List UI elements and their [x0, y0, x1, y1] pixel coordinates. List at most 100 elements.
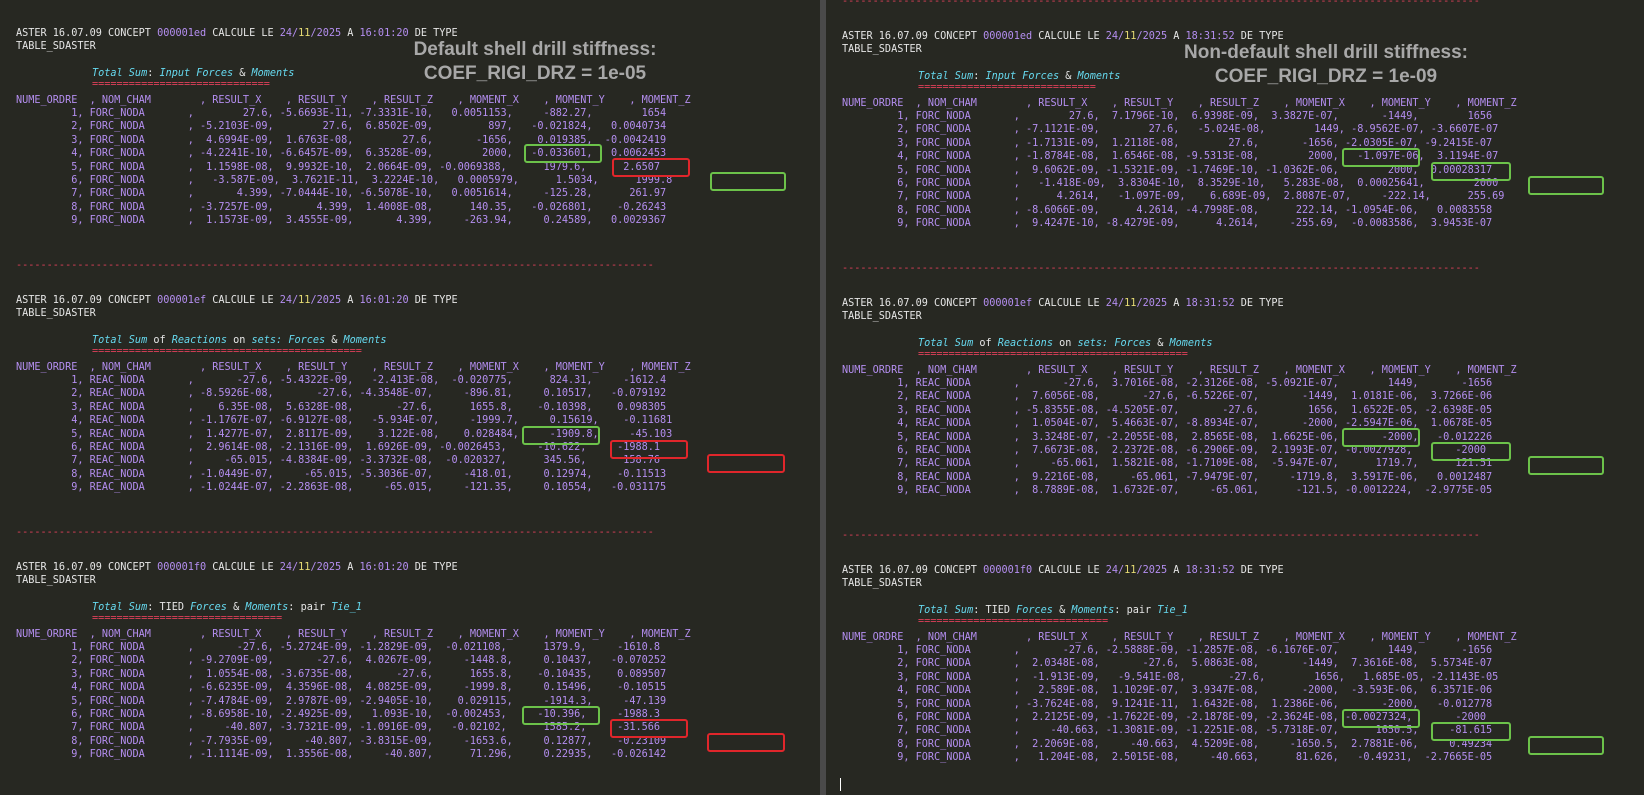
- green-highlight-box: [524, 144, 602, 163]
- concept-part: 000001ef: [983, 298, 1033, 309]
- type-line: TABLE_SDASTER: [16, 40, 96, 54]
- table-row: 2, REAC_NODA , -8.5926E-08, -27.6, -4.35…: [16, 387, 666, 401]
- concept-part: 18:31:52: [1185, 565, 1235, 576]
- title-part: on: [1052, 338, 1078, 350]
- title-part: Moments: [1169, 338, 1213, 350]
- title-part: &: [1059, 71, 1078, 83]
- row-text: 5, FORC_NODA , -3.7624E-08, 9.1241E-11, …: [842, 698, 1493, 710]
- concept-part: 11: [1124, 565, 1137, 576]
- separator-dashes: ----------------------------------------…: [16, 527, 654, 538]
- underline-text: ===============================: [92, 613, 283, 625]
- row-text: 2, REAC_NODA , -8.5926E-08, -27.6, -4.35…: [16, 388, 667, 400]
- separator-line: ----------------------------------------…: [16, 0, 654, 6]
- concept-part: /2025: [310, 28, 342, 39]
- separator-line: ----------------------------------------…: [842, 0, 1480, 9]
- row-text: 7, REAC_NODA , -65.015, -4.8384E-09, -3.…: [16, 455, 661, 467]
- concept-line: ASTER 16.07.09 CONCEPT 000001f0 CALCULE …: [16, 561, 458, 575]
- table-row: 2, REAC_NODA , 7.6056E-08, -27.6, -6.522…: [842, 390, 1492, 404]
- right-editor-pane[interactable]: ----------------------------------------…: [826, 0, 1644, 795]
- table-row: 6, FORC_NODA , -3.587E-09, 3.7621E-11, 3…: [16, 174, 672, 188]
- left-editor-pane[interactable]: ----------------------------------------…: [0, 0, 820, 795]
- green-highlight-box: [1528, 736, 1604, 755]
- row-text: 4, REAC_NODA , -1.1767E-07, -6.9127E-08,…: [16, 415, 673, 427]
- title-part: Moments: [343, 335, 387, 347]
- row-text: 6, FORC_NODA , -3.587E-09, 3.7621E-11, 3…: [16, 174, 673, 186]
- table-row: 2, FORC_NODA , 2.0348E-08, -27.6, 5.0863…: [842, 657, 1492, 671]
- table-row: 7, FORC_NODA , 4.399, -7.0444E-10, -6.50…: [16, 187, 666, 201]
- table-row: 2, FORC_NODA , -5.2103E-09, 27.6, 6.8502…: [16, 120, 666, 134]
- green-highlight-box: [1342, 148, 1420, 167]
- annotation-line: COEF_RIGI_DRZ = 1e-09: [1214, 66, 1438, 87]
- row-text: 2, FORC_NODA , -9.2709E-09, -27.6, 4.026…: [16, 655, 667, 667]
- row-text: 5, FORC_NODA , 1.1598E-08, 9.9932E-10, 2…: [16, 161, 661, 173]
- concept-part: 11: [1124, 298, 1137, 309]
- annotation-line: Default shell drill stiffness:: [413, 39, 657, 60]
- title-part: : TIED: [147, 602, 191, 614]
- row-text: 8, REAC_NODA , -1.0449E-07, -65.015, -5.…: [16, 468, 667, 480]
- separator-dashes: ----------------------------------------…: [842, 263, 1480, 274]
- header-text: NUME_ORDRE , NOM_CHAM , RESULT_X , RESUL…: [16, 94, 691, 106]
- table-row: 8, FORC_NODA , -8.6066E-09, 4.2614, -4.7…: [842, 204, 1492, 218]
- type-line: TABLE_SDASTER: [842, 310, 922, 324]
- row-text: 1, REAC_NODA , -27.6, -5.4322E-09, -2.41…: [16, 375, 667, 387]
- table-row: 8, FORC_NODA , -3.7257E-09, 4.399, 1.400…: [16, 201, 666, 215]
- underline-text: ===============================: [918, 616, 1109, 628]
- concept-part: CALCULE LE: [206, 562, 280, 573]
- title-part: of: [973, 338, 998, 350]
- title-part: Forces: [190, 602, 227, 614]
- table-row: 9, FORC_NODA , 1.1573E-09, 3.4555E-09, 4…: [16, 214, 666, 228]
- row-text: 1, FORC_NODA , 27.6, -5.6693E-11, -7.333…: [16, 108, 667, 120]
- table-header: NUME_ORDRE , NOM_CHAM , RESULT_X , RESUL…: [16, 94, 691, 108]
- type-line: TABLE_SDASTER: [842, 577, 922, 591]
- concept-part: DE TYPE: [408, 295, 458, 306]
- title-part: Moments: [1071, 605, 1115, 617]
- table-row: 8, REAC_NODA , 9.2216E-08, -65.061, -7.9…: [842, 471, 1492, 485]
- title-part: Input Forces: [159, 68, 234, 80]
- title-underline: ========================================…: [92, 345, 362, 359]
- separator-dashes: ----------------------------------------…: [16, 260, 654, 271]
- table-row: 7, REAC_NODA , -65.015, -4.8384E-09, -3.…: [16, 454, 660, 468]
- green-highlight-box: [1431, 442, 1511, 461]
- type-line: TABLE_SDASTER: [16, 574, 96, 588]
- separator-line: ----------------------------------------…: [16, 259, 654, 273]
- concept-part: 000001ed: [157, 28, 207, 39]
- concept-part: ASTER 16.07.09 CONCEPT: [16, 562, 158, 573]
- row-text: 1, REAC_NODA , -27.6, 3.7016E-08, -2.312…: [842, 378, 1493, 390]
- concept-part: /2025: [1136, 565, 1168, 576]
- concept-part: A: [1167, 298, 1186, 309]
- row-text: 9, REAC_NODA , -1.0244E-07, -2.2863E-08,…: [16, 481, 667, 493]
- title-part: Input Forces: [985, 71, 1060, 83]
- title-part: Total Sum: [918, 605, 974, 617]
- row-text: 9, FORC_NODA , 1.204E-08, 2.5015E-08, -4…: [842, 751, 1493, 763]
- table-row: 4, FORC_NODA , -6.6235E-09, 4.3596E-08, …: [16, 681, 666, 695]
- concept-part: A: [341, 28, 360, 39]
- title-underline: =============================: [92, 78, 270, 92]
- table-row: 3, REAC_NODA , -5.8355E-08, -4.5205E-07,…: [842, 404, 1492, 418]
- title-part: Total Sum: [92, 68, 148, 80]
- header-text: NUME_ORDRE , NOM_CHAM , RESULT_X , RESUL…: [16, 361, 691, 373]
- table-row: 2, FORC_NODA , -7.1121E-09, 27.6, -5.024…: [842, 123, 1498, 137]
- table-row: 8, FORC_NODA , -7.7935E-09, -40.807, -3.…: [16, 735, 666, 749]
- row-text: 1, FORC_NODA , -27.6, -2.5888E-09, -1.28…: [842, 645, 1493, 657]
- concept-part: A: [1167, 565, 1186, 576]
- row-text: 2, FORC_NODA , -7.1121E-09, 27.6, -5.024…: [842, 124, 1499, 136]
- green-highlight-box: [522, 706, 600, 725]
- type-line: TABLE_SDASTER: [842, 43, 922, 57]
- table-header: NUME_ORDRE , NOM_CHAM , RESULT_X , RESUL…: [16, 361, 691, 375]
- table-row: 8, FORC_NODA , 2.2069E-08, -40.663, 4.52…: [842, 738, 1492, 752]
- row-text: 9, REAC_NODA , 8.7889E-08, 1.6732E-07, -…: [842, 484, 1493, 496]
- table-type: TABLE_SDASTER: [842, 311, 922, 323]
- row-text: 8, FORC_NODA , -8.6066E-09, 4.2614, -4.7…: [842, 204, 1493, 216]
- separator-line: ----------------------------------------…: [842, 529, 1480, 543]
- table-row: 1, FORC_NODA , 27.6, -5.6693E-11, -7.333…: [16, 107, 666, 121]
- concept-part: DE TYPE: [1234, 298, 1284, 309]
- title-part: &: [325, 335, 344, 347]
- header-text: NUME_ORDRE , NOM_CHAM , RESULT_X , RESUL…: [842, 631, 1517, 643]
- title-part: &: [1151, 338, 1170, 350]
- concept-part: 16:01:20: [359, 295, 409, 306]
- title-underline: ===============================: [92, 612, 282, 626]
- underline-text: ========================================…: [92, 346, 362, 358]
- table-row: 7, REAC_NODA , -65.061, 1.5821E-08, -1.7…: [842, 457, 1492, 471]
- concept-part: 24/: [279, 295, 299, 306]
- title-part: Total Sum: [92, 335, 148, 347]
